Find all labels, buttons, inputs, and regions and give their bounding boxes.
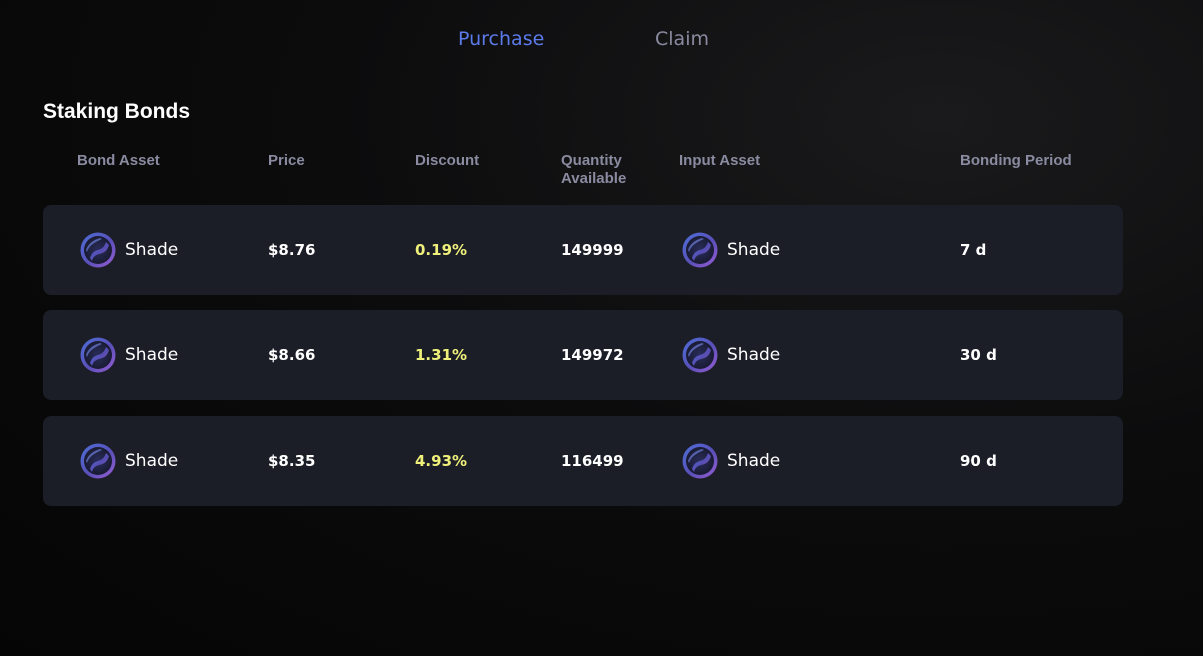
- bonding-period: 7 d: [960, 241, 987, 259]
- input-asset-name: Shade: [727, 451, 781, 471]
- bond-price: $8.35: [268, 452, 316, 470]
- input-asset-name: Shade: [727, 240, 781, 260]
- bond-asset-name: Shade: [125, 345, 179, 365]
- bond-asset-cell: Shade: [80, 310, 178, 400]
- bond-quantity: 149972: [561, 346, 624, 364]
- bond-discount: 4.93%: [415, 452, 468, 470]
- shade-coin-icon: [80, 232, 116, 268]
- shade-coin-icon: [682, 232, 718, 268]
- tab-claim[interactable]: Claim: [655, 28, 709, 50]
- bond-asset-cell: Shade: [80, 416, 178, 506]
- bond-price: $8.76: [268, 241, 316, 259]
- bond-asset-name: Shade: [125, 451, 179, 471]
- bond-row[interactable]: Shade $8.35 4.93% 116499 Shade 90 d: [43, 416, 1123, 506]
- shade-coin-icon: [80, 443, 116, 479]
- bond-discount: 1.31%: [415, 346, 468, 364]
- column-header-discount: Discount: [415, 152, 480, 169]
- column-header-bond-asset: Bond Asset: [77, 152, 160, 169]
- bond-quantity: 116499: [561, 452, 624, 470]
- bond-discount: 0.19%: [415, 241, 468, 259]
- bonding-period: 90 d: [960, 452, 997, 470]
- bond-price: $8.66: [268, 346, 316, 364]
- shade-coin-icon: [682, 443, 718, 479]
- column-header-quantity-available: Quantity Available: [561, 152, 627, 187]
- input-asset-cell: Shade: [682, 310, 780, 400]
- bond-row[interactable]: Shade $8.66 1.31% 149972 Shade 30 d: [43, 310, 1123, 400]
- input-asset-cell: Shade: [682, 205, 780, 295]
- bond-asset-cell: Shade: [80, 205, 178, 295]
- input-asset-cell: Shade: [682, 416, 780, 506]
- column-header-bonding-period: Bonding Period: [960, 152, 1072, 169]
- bond-asset-name: Shade: [125, 240, 179, 260]
- column-header-price: Price: [268, 152, 305, 169]
- bonding-period: 30 d: [960, 346, 997, 364]
- input-asset-name: Shade: [727, 345, 781, 365]
- bond-row[interactable]: Shade $8.76 0.19% 149999 Shade 7 d: [43, 205, 1123, 295]
- bond-quantity: 149999: [561, 241, 624, 259]
- shade-coin-icon: [80, 337, 116, 373]
- column-header-input-asset: Input Asset: [679, 152, 761, 169]
- tab-purchase[interactable]: Purchase: [458, 28, 544, 50]
- tabs-bar: Purchase Claim: [0, 28, 1203, 54]
- shade-coin-icon: [682, 337, 718, 373]
- section-title: Staking Bonds: [43, 100, 191, 123]
